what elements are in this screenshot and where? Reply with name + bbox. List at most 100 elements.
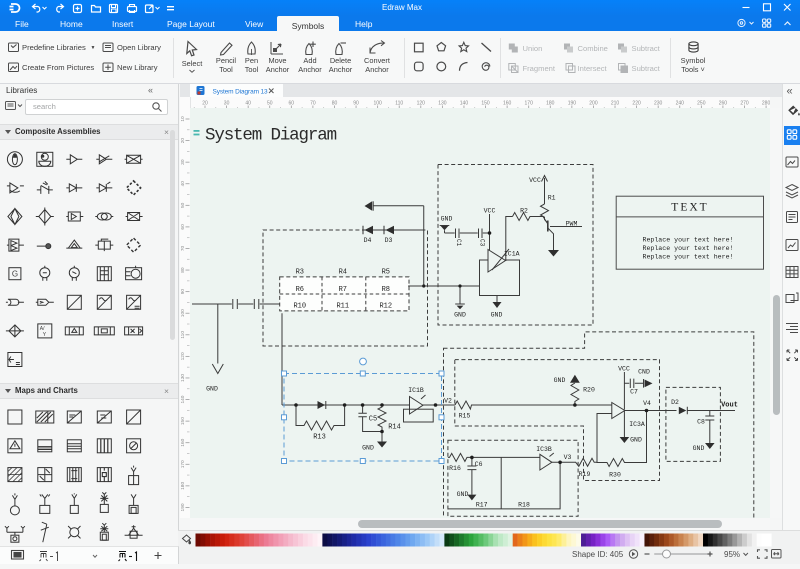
svg-text:Y: Y — [43, 332, 47, 338]
svg-text:40: 40 — [245, 101, 251, 107]
svg-text:GND: GND — [457, 491, 469, 498]
svg-text:IC3B: IC3B — [536, 446, 552, 453]
svg-text:GND: GND — [693, 445, 705, 452]
svg-text:R14: R14 — [388, 424, 401, 432]
svg-text:180: 180 — [180, 482, 186, 490]
svg-text:V3: V3 — [564, 454, 572, 461]
svg-text:V4: V4 — [643, 400, 651, 407]
svg-text:30: 30 — [224, 101, 230, 107]
svg-text:GND: GND — [554, 377, 566, 384]
svg-text:70: 70 — [180, 245, 186, 251]
svg-text:C8: C8 — [697, 419, 705, 426]
svg-text:270: 270 — [740, 101, 749, 107]
svg-text:R4: R4 — [339, 269, 347, 277]
svg-text:C6: C6 — [475, 461, 483, 468]
svg-text:R3: R3 — [296, 269, 304, 277]
svg-text:50: 50 — [267, 101, 273, 107]
svg-text:170: 170 — [180, 460, 186, 468]
svg-text:V2: V2 — [444, 398, 452, 405]
svg-text:GND: GND — [362, 445, 374, 452]
svg-text:60: 60 — [289, 101, 295, 107]
svg-text:GND: GND — [491, 312, 503, 319]
svg-text:190: 190 — [180, 503, 186, 511]
svg-text:CND: CND — [638, 369, 650, 376]
svg-text:IC1A: IC1A — [504, 251, 520, 258]
svg-text:System Diagram 13: System Diagram 13 — [213, 89, 269, 96]
svg-text:130: 130 — [438, 101, 447, 107]
svg-text:160: 160 — [503, 101, 512, 107]
svg-text:GND: GND — [206, 386, 218, 393]
svg-text:120: 120 — [417, 101, 426, 107]
svg-text:20: 20 — [180, 138, 186, 144]
svg-text:IC3A: IC3A — [629, 421, 645, 428]
svg-text:80: 80 — [180, 267, 186, 273]
svg-text:R11: R11 — [336, 303, 349, 311]
svg-text:PWM: PWM — [566, 221, 578, 228]
svg-text:Replace your text here!: Replace your text here! — [642, 254, 733, 261]
svg-text:System Diagram: System Diagram — [205, 126, 337, 146]
svg-text:Replace your text here!: Replace your text here! — [642, 245, 733, 252]
svg-text:90: 90 — [353, 101, 359, 107]
svg-text:200: 200 — [589, 101, 598, 107]
svg-text:«: « — [787, 86, 793, 98]
svg-text:Replace your text here!: Replace your text here! — [642, 237, 733, 244]
svg-text:20: 20 — [202, 101, 208, 107]
svg-text:R6: R6 — [296, 286, 304, 294]
svg-text:60: 60 — [180, 224, 186, 230]
svg-text:150: 150 — [180, 417, 186, 425]
svg-text:90: 90 — [180, 289, 186, 295]
svg-text:R2: R2 — [520, 208, 528, 215]
svg-text:190: 190 — [568, 101, 577, 107]
svg-text:50: 50 — [180, 202, 186, 208]
svg-text:R16: R16 — [449, 465, 461, 472]
svg-text:R10: R10 — [293, 303, 306, 311]
svg-text:D2: D2 — [671, 399, 679, 406]
svg-text:140: 140 — [460, 101, 469, 107]
svg-text:30: 30 — [180, 159, 186, 165]
svg-text:R17: R17 — [476, 502, 488, 509]
svg-text:D4: D4 — [364, 237, 372, 244]
svg-text:70: 70 — [310, 101, 316, 107]
svg-text:10: 10 — [180, 116, 186, 122]
svg-text:240: 240 — [676, 101, 685, 107]
svg-text:R13: R13 — [313, 434, 326, 442]
svg-text:280: 280 — [762, 101, 770, 107]
svg-text:160: 160 — [180, 438, 186, 446]
svg-text:R15: R15 — [459, 413, 471, 420]
svg-text:40: 40 — [180, 181, 186, 187]
svg-text:210: 210 — [611, 101, 620, 107]
svg-text:VCC: VCC — [618, 366, 630, 373]
svg-text:C7: C7 — [630, 389, 638, 396]
svg-text:150: 150 — [481, 101, 490, 107]
svg-text:C1: C1 — [455, 239, 462, 247]
svg-text:220: 220 — [632, 101, 641, 107]
svg-text:110: 110 — [180, 331, 186, 339]
svg-text:R1: R1 — [548, 195, 556, 202]
svg-text:C3: C3 — [479, 239, 486, 247]
svg-text:R30: R30 — [609, 472, 621, 479]
svg-text:GND: GND — [454, 312, 466, 319]
svg-text:230: 230 — [654, 101, 663, 107]
svg-text:170: 170 — [525, 101, 534, 107]
svg-text:C5: C5 — [369, 416, 377, 424]
svg-text:260: 260 — [719, 101, 728, 107]
svg-text:140: 140 — [180, 395, 186, 403]
svg-text:G: G — [12, 270, 18, 279]
svg-text:120: 120 — [180, 352, 186, 360]
svg-text:R12: R12 — [379, 303, 392, 311]
svg-text:GND: GND — [630, 437, 642, 444]
svg-text:R8: R8 — [382, 286, 390, 294]
svg-text:130: 130 — [180, 374, 186, 382]
svg-text:R7: R7 — [339, 286, 347, 294]
svg-text:250: 250 — [697, 101, 706, 107]
svg-text:80: 80 — [332, 101, 338, 107]
svg-text:TEXT: TEXT — [671, 202, 708, 214]
svg-text:R19: R19 — [579, 471, 591, 478]
svg-text:R18: R18 — [518, 502, 530, 509]
svg-text:110: 110 — [395, 101, 403, 107]
svg-text:D3: D3 — [385, 237, 393, 244]
svg-text:VCC: VCC — [529, 177, 541, 184]
svg-text:IC1B: IC1B — [408, 387, 424, 394]
svg-text:100: 100 — [180, 309, 186, 317]
svg-text:R5: R5 — [382, 269, 390, 277]
